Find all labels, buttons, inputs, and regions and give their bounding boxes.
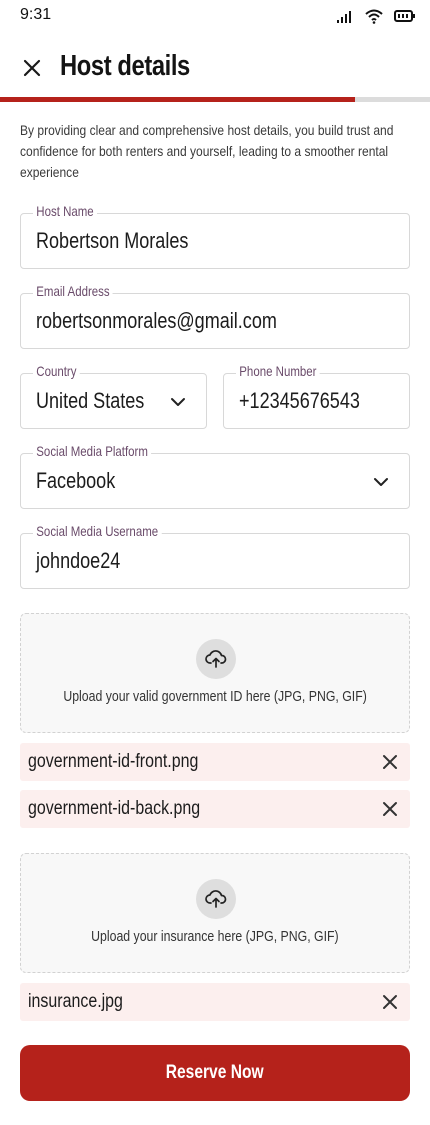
status-time: 9:31 [20,6,52,23]
remove-file-icon[interactable] [380,992,400,1012]
page-title: Host details [60,50,190,82]
reserve-now-label: Reserve Now [166,1062,264,1083]
close-button[interactable] [18,54,46,82]
government-id-upload-text: Upload your valid government ID here (JP… [63,688,367,705]
insurance-upload-text: Upload your insurance here (JPG, PNG, GI… [91,928,339,945]
host-name-field[interactable]: Host Name Robertson Morales [20,203,410,269]
social-username-label: Social Media Username [33,523,162,539]
remove-file-icon[interactable] [380,752,400,772]
chevron-down-icon [374,478,388,486]
remove-file-icon[interactable] [380,799,400,819]
chevron-down-icon [171,398,185,406]
progress-fill [0,97,355,102]
phone-label: Phone Number [236,363,320,379]
file-name: government-id-front.png [28,751,199,772]
country-label: Country [33,363,80,379]
wifi-icon [365,9,383,24]
phone-field[interactable]: Phone Number +12345676543 [223,363,410,429]
upload-cloud-icon [196,639,236,679]
host-name-value: Robertson Morales [36,228,189,253]
social-platform-value: Facebook [36,468,116,493]
social-username-value: johndoe24 [36,548,121,573]
file-item: insurance.jpg [20,983,410,1021]
email-field[interactable]: Email Address robertsonmorales@gmail.com [20,283,410,349]
file-name: government-id-back.png [28,798,201,819]
social-platform-label: Social Media Platform [33,443,152,459]
file-item: government-id-front.png [20,743,410,781]
file-item: government-id-back.png [20,790,410,828]
email-label: Email Address [33,283,113,299]
progress-bar [0,97,430,102]
insurance-upload[interactable]: Upload your insurance here (JPG, PNG, GI… [20,853,410,973]
battery-icon [394,10,415,22]
status-bar: 9:31 [0,0,430,34]
phone-value: +12345676543 [239,388,360,413]
email-value: robertsonmorales@gmail.com [36,308,277,333]
government-id-upload[interactable]: Upload your valid government ID here (JP… [20,613,410,733]
intro-text: By providing clear and comprehensive hos… [20,122,394,180]
upload-cloud-icon [196,879,236,919]
status-icons [336,8,416,24]
country-select[interactable]: Country United States [20,363,207,429]
host-name-label: Host Name [33,203,97,219]
social-username-field[interactable]: Social Media Username johndoe24 [20,523,410,589]
reserve-now-button[interactable]: Reserve Now [20,1045,410,1101]
header: Host details [0,44,430,94]
signal-icon [337,11,351,23]
country-value: United States [36,388,145,413]
file-name: insurance.jpg [28,991,123,1012]
close-icon [23,59,41,77]
social-platform-select[interactable]: Social Media Platform Facebook [20,443,410,509]
